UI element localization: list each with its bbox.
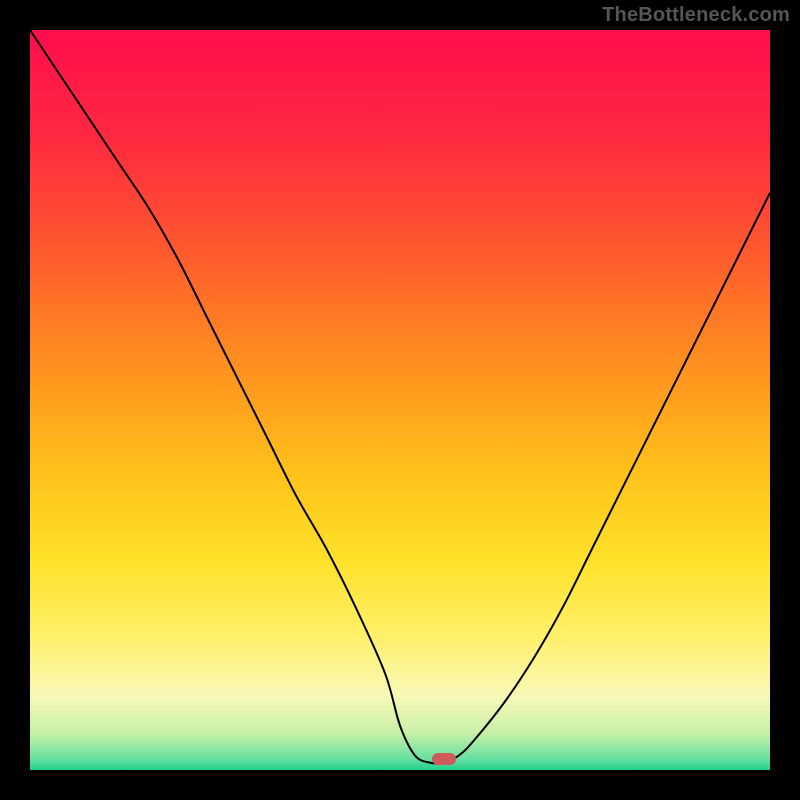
- plot-area: [30, 30, 770, 770]
- optimal-marker: [432, 753, 456, 765]
- watermark-text: TheBottleneck.com: [602, 4, 790, 27]
- chart-frame: TheBottleneck.com: [0, 0, 800, 800]
- bottleneck-curve: [30, 30, 770, 770]
